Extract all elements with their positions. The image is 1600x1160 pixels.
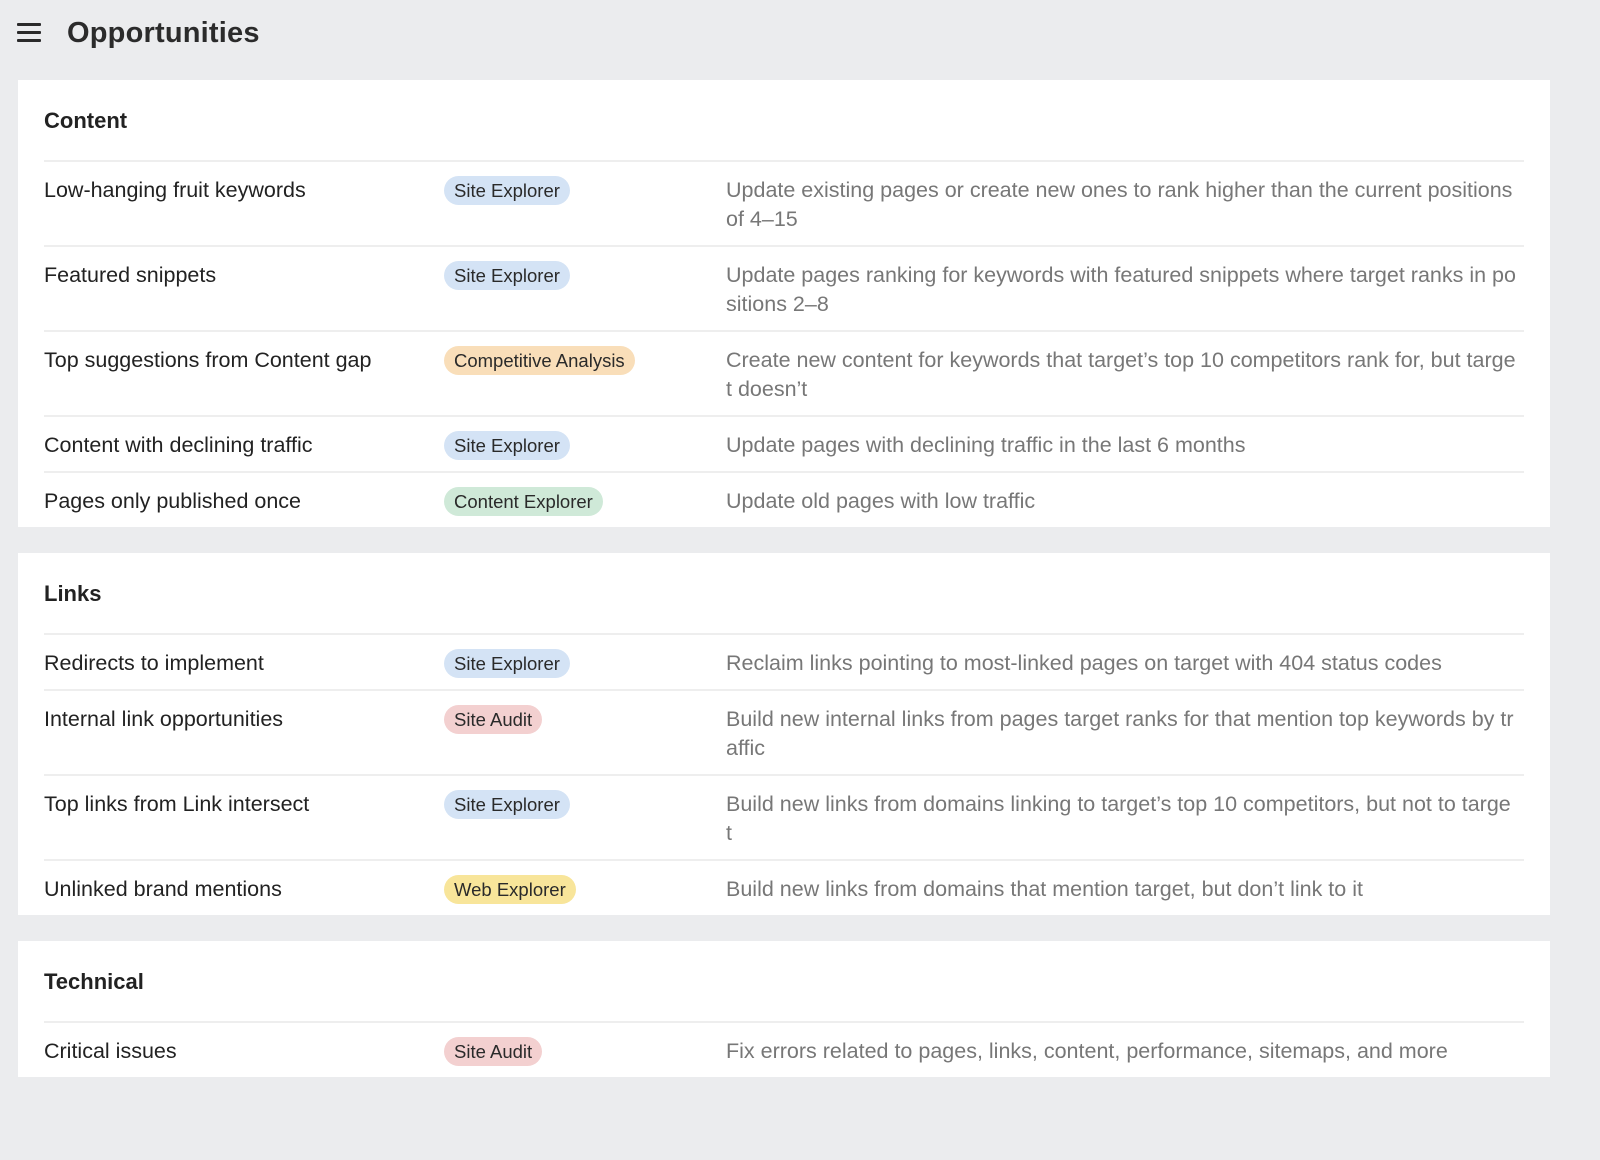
opportunity-name[interactable]: Top suggestions from Content gap (44, 346, 444, 375)
opportunity-description: Update existing pages or create new ones… (726, 178, 1513, 231)
top-bar: Opportunities (0, 0, 1600, 80)
opportunity-description: Fix errors related to pages, links, cont… (726, 1039, 1448, 1063)
tool-badge[interactable]: Site Explorer (444, 790, 570, 819)
opportunity-description: Update pages ranking for keywords with f… (726, 263, 1516, 316)
opportunity-list: Redirects to implement Site Explorer Rec… (44, 635, 1524, 915)
opportunity-row[interactable]: Top suggestions from Content gap Competi… (44, 332, 1524, 417)
tool-badge[interactable]: Site Explorer (444, 431, 570, 460)
opportunity-row[interactable]: Redirects to implement Site Explorer Rec… (44, 635, 1524, 691)
tool-cell: Web Explorer (444, 875, 726, 904)
opportunity-list: Critical issues Site Audit Fix errors re… (44, 1023, 1524, 1077)
opportunity-name[interactable]: Unlinked brand mentions (44, 875, 444, 904)
opportunity-description: Create new content for keywords that tar… (726, 348, 1516, 401)
tool-badge[interactable]: Site Explorer (444, 649, 570, 678)
opportunity-row[interactable]: Internal link opportunities Site Audit B… (44, 691, 1524, 776)
opportunity-description: Reclaim links pointing to most-linked pa… (726, 651, 1442, 675)
opportunity-row[interactable]: Critical issues Site Audit Fix errors re… (44, 1023, 1524, 1077)
sections-container: Content Low-hanging fruit keywords Site … (0, 80, 1600, 1077)
tool-badge[interactable]: Site Explorer (444, 176, 570, 205)
section-title: Content (44, 80, 1524, 162)
hamburger-menu-icon[interactable] (17, 23, 41, 43)
tool-cell: Site Explorer (444, 649, 726, 678)
opportunity-row[interactable]: Pages only published once Content Explor… (44, 473, 1524, 527)
opportunity-description: Build new links from domains linking to … (726, 792, 1511, 845)
tool-badge[interactable]: Content Explorer (444, 487, 603, 516)
tool-badge[interactable]: Site Audit (444, 705, 543, 734)
section-card-technical: Technical Critical issues Site Audit Fix… (18, 941, 1550, 1077)
tool-cell: Site Audit (444, 1037, 726, 1066)
tool-badge[interactable]: Site Explorer (444, 261, 570, 290)
tool-cell: Site Audit (444, 705, 726, 734)
tool-badge[interactable]: Web Explorer (444, 875, 576, 904)
tool-cell: Site Explorer (444, 261, 726, 290)
opportunity-name[interactable]: Pages only published once (44, 487, 444, 516)
opportunity-name[interactable]: Critical issues (44, 1037, 444, 1066)
opportunity-description: Update old pages with low traffic (726, 489, 1036, 513)
opportunity-name[interactable]: Content with declining traffic (44, 431, 444, 460)
opportunity-name[interactable]: Redirects to implement (44, 649, 444, 678)
opportunity-description: Build new internal links from pages targ… (726, 707, 1514, 760)
tool-cell: Site Explorer (444, 790, 726, 819)
opportunity-list: Low-hanging fruit keywords Site Explorer… (44, 162, 1524, 527)
tool-cell: Competitive Analysis (444, 346, 726, 375)
opportunity-row[interactable]: Content with declining traffic Site Expl… (44, 417, 1524, 473)
opportunity-name[interactable]: Featured snippets (44, 261, 444, 290)
opportunity-description: Build new links from domains that mentio… (726, 877, 1363, 901)
section-card-links: Links Redirects to implement Site Explor… (18, 553, 1550, 915)
opportunity-name[interactable]: Low-hanging fruit keywords (44, 176, 444, 205)
tool-cell: Site Explorer (444, 176, 726, 205)
opportunity-row[interactable]: Featured snippets Site Explorer Update p… (44, 247, 1524, 332)
opportunity-row[interactable]: Low-hanging fruit keywords Site Explorer… (44, 162, 1524, 247)
section-title: Technical (44, 941, 1524, 1023)
section-title: Links (44, 553, 1524, 635)
tool-badge[interactable]: Competitive Analysis (444, 346, 635, 375)
tool-cell: Site Explorer (444, 431, 726, 460)
tool-cell: Content Explorer (444, 487, 726, 516)
opportunity-name[interactable]: Top links from Link intersect (44, 790, 444, 819)
opportunity-name[interactable]: Internal link opportunities (44, 705, 444, 734)
tool-badge[interactable]: Site Audit (444, 1037, 543, 1066)
opportunity-description: Update pages with declining traffic in t… (726, 433, 1246, 457)
opportunity-row[interactable]: Unlinked brand mentions Web Explorer Bui… (44, 861, 1524, 915)
opportunity-row[interactable]: Top links from Link intersect Site Explo… (44, 776, 1524, 861)
page-title: Opportunities (67, 17, 260, 49)
section-card-content: Content Low-hanging fruit keywords Site … (18, 80, 1550, 527)
